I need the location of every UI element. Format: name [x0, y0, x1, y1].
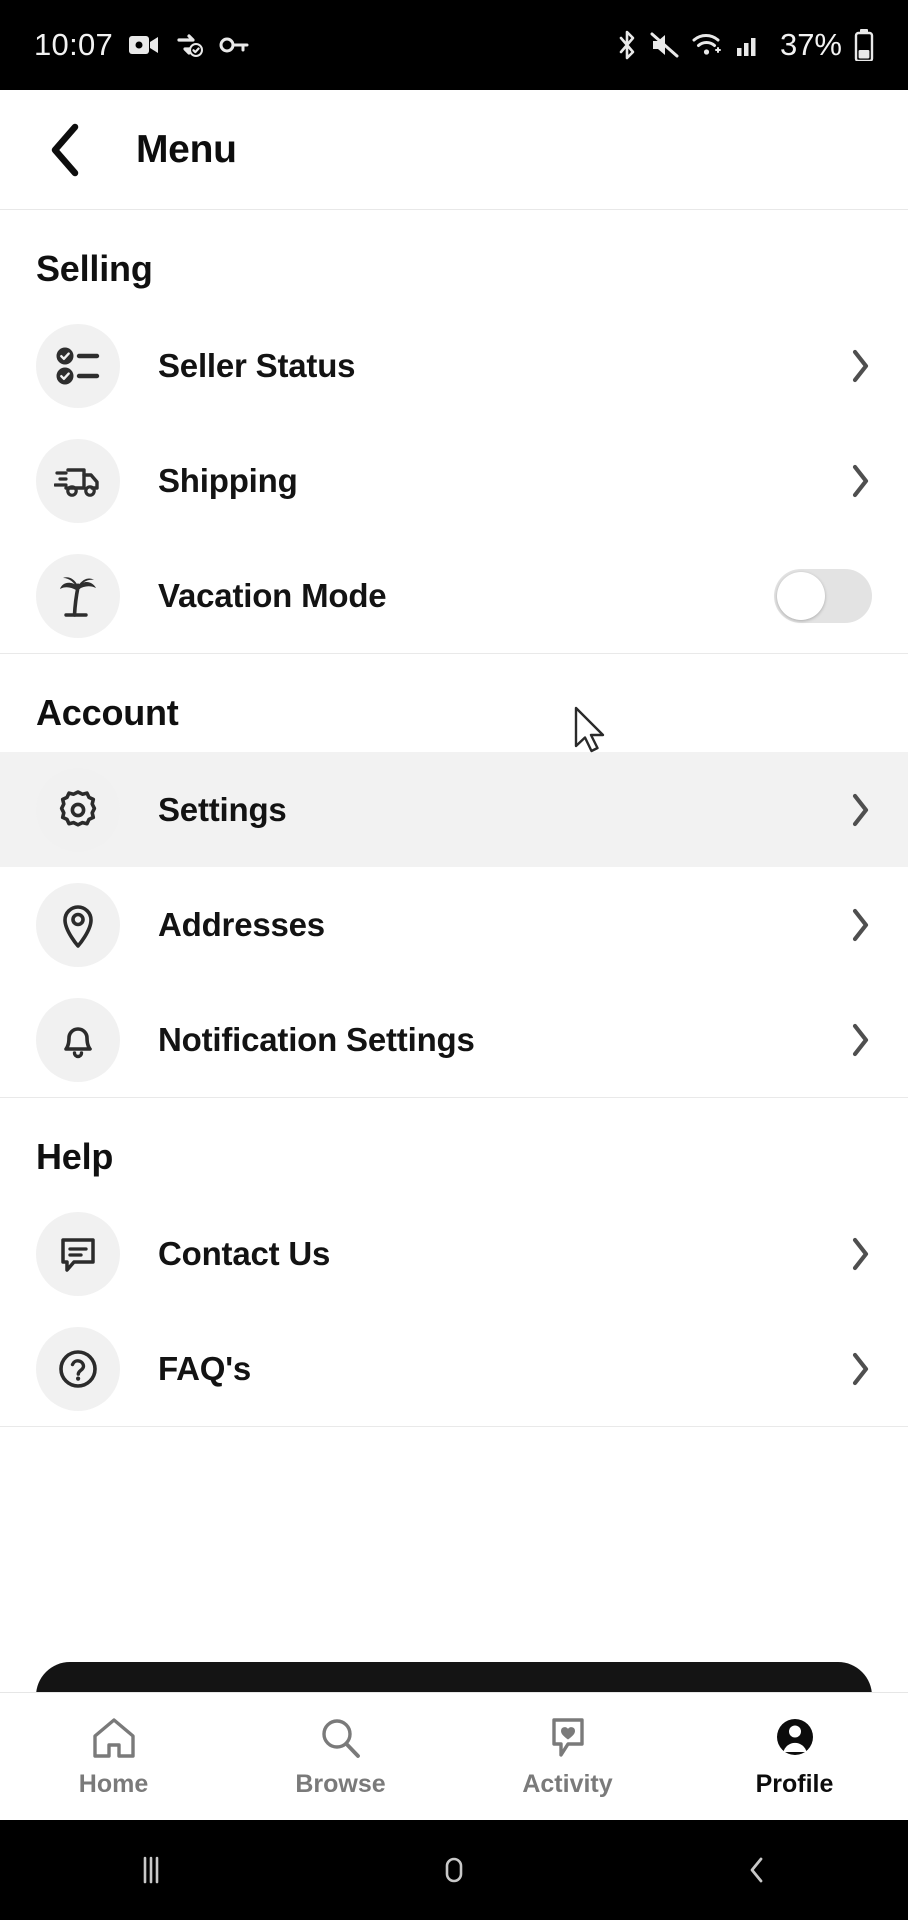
- chevron-right-icon: [832, 463, 872, 499]
- recents-icon: [144, 1856, 159, 1884]
- vacation-mode-toggle[interactable]: [774, 568, 872, 623]
- bottom-tab-bar: Home Browse Activity Profile: [0, 1692, 908, 1820]
- vpn-key-icon: [219, 36, 249, 54]
- tab-browse[interactable]: Browse: [227, 1715, 454, 1799]
- menu-item-label: Shipping: [158, 461, 298, 499]
- chevron-right-icon: [832, 1351, 872, 1387]
- back-icon: [750, 1857, 763, 1883]
- tab-label: Profile: [755, 1769, 834, 1798]
- truck-icon: [36, 438, 120, 523]
- android-nav-bar: [0, 1820, 908, 1920]
- cellular-signal-icon: [736, 33, 762, 57]
- tab-label: Browse: [295, 1769, 386, 1798]
- status-bar-left: 10:07: [34, 27, 249, 63]
- battery-icon: [854, 29, 874, 61]
- menu-item-label: Notification Settings: [158, 1020, 475, 1058]
- menu-item-label: Contact Us: [158, 1234, 331, 1272]
- menu-item-label: Settings: [158, 790, 287, 828]
- checklist-icon: [36, 323, 120, 408]
- section-account: Account Settings Addresses Notification …: [0, 654, 908, 1098]
- section-help: Help Contact Us FAQ's: [0, 1098, 908, 1427]
- home-button[interactable]: [303, 1851, 606, 1889]
- page-title: Menu: [136, 127, 237, 171]
- section-heading-account: Account: [36, 692, 179, 733]
- menu-item-seller-status[interactable]: Seller Status: [0, 308, 908, 423]
- menu-item-label: Seller Status: [158, 346, 356, 384]
- menu-item-addresses[interactable]: Addresses: [0, 867, 908, 982]
- toggle-knob: [777, 571, 825, 620]
- location-pin-icon: [36, 882, 120, 967]
- chevron-right-icon: [832, 792, 872, 828]
- question-circle-icon: [36, 1326, 120, 1411]
- chevron-right-icon: [832, 1022, 872, 1058]
- menu-item-shipping[interactable]: Shipping: [0, 423, 908, 538]
- recents-button[interactable]: [0, 1851, 303, 1889]
- tab-label: Home: [78, 1769, 149, 1798]
- home-icon: [92, 1717, 135, 1758]
- status-bar-right: 37%: [616, 27, 874, 63]
- status-bar-clock: 10:07: [34, 27, 114, 62]
- mute-icon: [650, 32, 680, 58]
- bluetooth-icon: [616, 30, 638, 60]
- section-selling: Selling Seller Status Shipping Vacation …: [0, 210, 908, 654]
- palm-tree-icon: [36, 553, 120, 638]
- menu-item-settings[interactable]: Settings: [0, 752, 908, 867]
- battery-percent-label: 37%: [779, 27, 842, 62]
- back-chevron-icon: [51, 123, 79, 176]
- menu-item-notification-settings[interactable]: Notification Settings: [0, 982, 908, 1097]
- status-bar: 10:07 37%: [0, 0, 908, 90]
- chevron-right-icon: [832, 1236, 872, 1272]
- menu-item-faqs[interactable]: FAQ's: [0, 1311, 908, 1426]
- tab-label: Activity: [522, 1769, 613, 1798]
- heart-bubble-icon: [551, 1717, 584, 1757]
- gear-icon: [36, 767, 120, 852]
- chevron-right-icon: [832, 907, 872, 943]
- bell-icon: [36, 997, 120, 1082]
- section-heading-selling: Selling: [36, 248, 153, 289]
- phone-screen: 10:07 37% Menu Selling Seller Status Shi…: [0, 0, 908, 1920]
- menu-item-label: Addresses: [158, 905, 325, 943]
- back-button[interactable]: [40, 123, 92, 176]
- chevron-right-icon: [832, 348, 872, 384]
- person-icon: [776, 1718, 813, 1755]
- chat-bubble-icon: [36, 1211, 120, 1296]
- menu-item-vacation-mode[interactable]: Vacation Mode: [0, 538, 908, 653]
- video-camera-icon: [129, 34, 159, 56]
- section-heading-help: Help: [36, 1136, 114, 1177]
- tab-activity[interactable]: Activity: [454, 1715, 681, 1799]
- wifi-icon: [692, 32, 724, 58]
- app-header: Menu: [0, 90, 908, 210]
- back-button-system[interactable]: [605, 1851, 908, 1889]
- menu-item-contact-us[interactable]: Contact Us: [0, 1196, 908, 1311]
- tab-profile[interactable]: Profile: [681, 1715, 908, 1799]
- search-icon: [321, 1718, 360, 1758]
- home-circle-icon: [445, 1857, 463, 1883]
- data-saver-icon: [175, 32, 204, 58]
- menu-item-label: FAQ's: [158, 1349, 252, 1387]
- tab-home[interactable]: Home: [0, 1715, 227, 1799]
- menu-item-label: Vacation Mode: [158, 576, 387, 614]
